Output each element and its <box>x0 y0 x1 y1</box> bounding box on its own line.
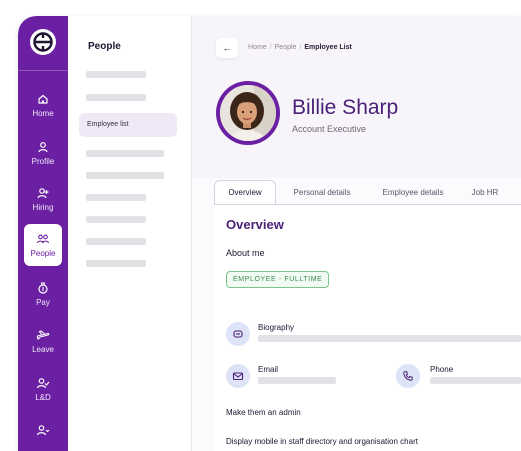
breadcrumb-people[interactable]: People <box>275 44 297 51</box>
avatar <box>216 81 280 145</box>
employee-name: Billie Sharp <box>292 96 399 119</box>
biography-icon <box>233 330 243 338</box>
tab-overview[interactable]: Overview <box>214 180 276 204</box>
breadcrumb-home[interactable]: Home <box>248 44 267 51</box>
nav-item-profile[interactable]: Profile <box>22 134 64 172</box>
subnav-item-label: Employee list <box>87 121 129 128</box>
nav-item-home[interactable]: Home <box>22 86 64 124</box>
nav-label: L&D <box>35 393 51 402</box>
make-admin-row[interactable]: Make them an admin <box>226 408 301 417</box>
phone-label: Phone <box>430 365 454 374</box>
arrow-left-icon: ← <box>222 43 232 53</box>
nav-item-people[interactable]: People <box>24 224 62 266</box>
user-more-icon <box>36 424 50 435</box>
email-label: Email <box>258 365 279 374</box>
display-mobile-row[interactable]: Display mobile in staff directory and or… <box>226 437 418 446</box>
placeholder-item[interactable] <box>86 150 164 157</box>
phone-icon-circle <box>396 364 420 388</box>
email-icon <box>232 372 244 381</box>
placeholder-item[interactable] <box>86 71 146 78</box>
hiring-icon <box>37 188 49 199</box>
home-icon <box>38 94 48 104</box>
nav-label: Leave <box>32 345 54 354</box>
phone-icon <box>403 371 413 381</box>
breadcrumb: Home / People / Employee List <box>248 44 352 51</box>
email-icon-circle <box>226 364 250 388</box>
breadcrumb-separator: / <box>269 44 272 51</box>
profile-photo <box>220 85 276 141</box>
nav-label: Pay <box>36 298 50 307</box>
employment-type-badge: EMPLOYEE - FULLTIME <box>226 271 330 288</box>
profile-tabs: Overview Personal details Employee detai… <box>214 180 521 204</box>
subnav-item-employee-list[interactable]: Employee list <box>79 113 177 137</box>
nav-label: Hiring <box>32 203 54 212</box>
email-value-placeholder[interactable] <box>258 377 336 384</box>
biography-value-placeholder[interactable] <box>258 335 521 342</box>
overview-title: Overview <box>226 217 284 232</box>
biography-icon-circle <box>226 322 250 346</box>
back-button[interactable]: ← <box>216 38 238 58</box>
nav-label: People <box>30 249 56 258</box>
nav-divider <box>18 70 68 71</box>
people-icon <box>36 234 50 244</box>
about-me-heading: About me <box>226 248 265 258</box>
placeholder-item[interactable] <box>86 216 146 223</box>
nav-item-pay[interactable]: Pay <box>22 275 64 313</box>
people-subnav: People Employee list <box>68 16 192 451</box>
nav-item-learning[interactable]: L&D <box>22 370 64 408</box>
app-window: Home Profile Hiring People Pay Leave L&D… <box>18 16 521 451</box>
nav-item-more[interactable] <box>22 416 64 446</box>
pay-icon <box>38 282 48 294</box>
employee-role: Account Executive <box>292 124 367 134</box>
nav-item-hiring[interactable]: Hiring <box>22 180 64 218</box>
biography-label: Biography <box>258 323 295 332</box>
learning-icon <box>36 378 50 389</box>
tab-job-hr[interactable]: Job HR <box>466 180 504 204</box>
subnav-title: People <box>88 41 121 52</box>
placeholder-item[interactable] <box>86 94 146 101</box>
plane-icon <box>36 330 50 340</box>
overview-panel: Overview About me EMPLOYEE - FULLTIME Bi… <box>214 205 521 451</box>
main-content: ← Home / People / Employee List Billie Sharp… <box>192 16 521 451</box>
tab-personal-details[interactable]: Personal details <box>284 180 360 204</box>
profile-icon <box>38 142 48 153</box>
placeholder-item[interactable] <box>86 194 146 201</box>
breadcrumb-separator: / <box>299 44 302 51</box>
main-nav-rail: Home Profile Hiring People Pay Leave L&D <box>18 16 68 451</box>
nav-label: Profile <box>31 157 55 166</box>
placeholder-item[interactable] <box>86 172 164 179</box>
nav-item-leave[interactable]: Leave <box>22 322 64 360</box>
breadcrumb-current: Employee List <box>304 44 352 51</box>
nav-label: Home <box>32 109 54 118</box>
placeholder-item[interactable] <box>86 238 146 245</box>
placeholder-item[interactable] <box>86 260 146 267</box>
phone-value-placeholder[interactable] <box>430 377 521 384</box>
tab-employee-details[interactable]: Employee details <box>374 180 452 204</box>
app-logo-icon[interactable] <box>29 28 57 56</box>
